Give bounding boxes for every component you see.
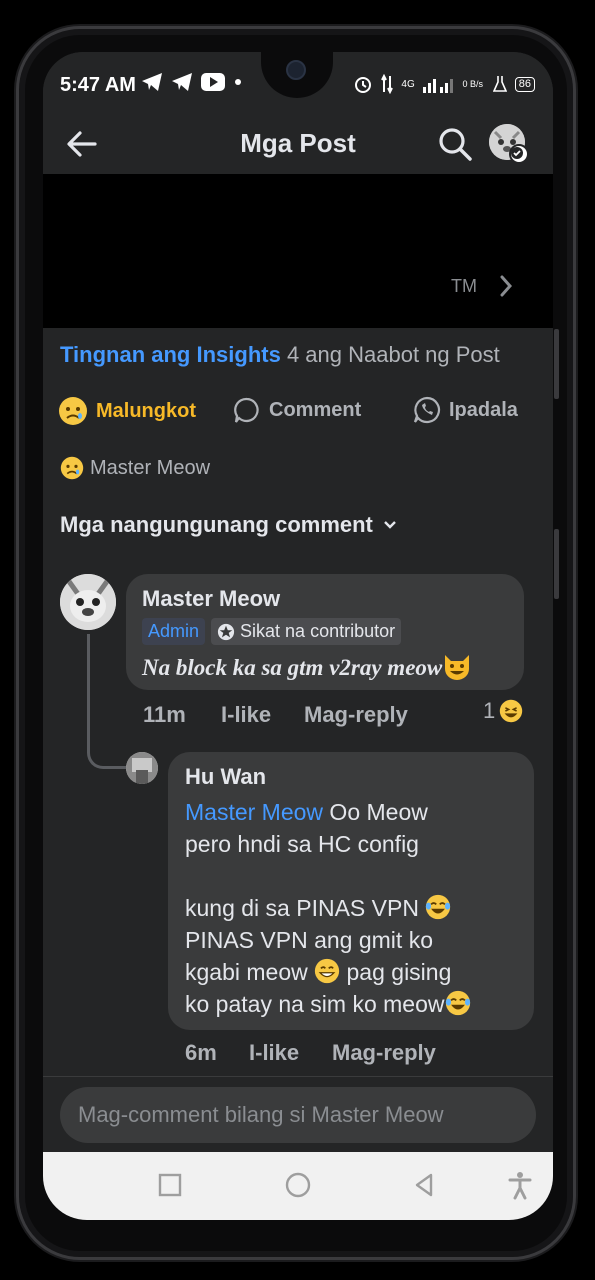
network-type: 4G <box>401 78 415 90</box>
comment-label: Comment <box>269 398 362 421</box>
user-photo-icon <box>126 752 158 784</box>
home-circle-icon[interactable] <box>283 1170 313 1200</box>
reply-thread-line <box>87 634 126 769</box>
admin-badge: Admin <box>142 618 206 645</box>
accessibility-icon[interactable] <box>505 1170 535 1200</box>
comment-button[interactable]: Comment <box>233 396 361 424</box>
reply-bubble[interactable]: Hu Wan Master Meow Oo Meow pero hndi sa … <box>168 752 534 1030</box>
post-media[interactable]: TM <box>43 174 553 328</box>
camera-icon <box>286 60 306 80</box>
avatar[interactable] <box>126 752 158 784</box>
reply-text: Master Meow Oo Meow pero hndi sa HC conf… <box>185 796 517 1020</box>
sad-emoji-icon <box>60 456 84 480</box>
comment-input[interactable]: Mag-comment bilang si Master Meow <box>60 1087 536 1143</box>
back-triangle-icon[interactable] <box>409 1170 439 1200</box>
reply-line: Oo Meow <box>323 799 428 825</box>
reply-line: ko patay na sim ko meow <box>185 991 445 1017</box>
laugh-cry-emoji-icon <box>426 894 451 920</box>
view-insights-link[interactable]: Tingnan ang Insights <box>60 342 281 367</box>
laugh-cry-emoji-icon <box>445 990 470 1016</box>
screen: 5:47 AM 4G 0 B/s 86 Mga Post TM Tingnan … <box>43 52 553 1220</box>
top-contributor-badge: Sikat na contributor <box>211 618 402 645</box>
send-whatsapp-button[interactable]: Ipadala <box>413 396 518 424</box>
comment-text: Na block ka sa gtm v2ray meow <box>142 651 508 681</box>
post-actions: Malungkot Comment Ipadala <box>43 396 553 436</box>
youtube-icon <box>201 73 225 91</box>
dot-icon <box>235 79 241 85</box>
reactor-name: Master Meow <box>90 456 211 479</box>
reply-line: kung di sa PINAS VPN <box>185 895 426 921</box>
laugh-emoji-icon <box>500 699 523 723</box>
reply-line: kgabi meow <box>185 959 315 985</box>
like-button[interactable]: I-like <box>249 1040 332 1066</box>
battery-icon: 86 <box>514 76 535 92</box>
comment-bubble-icon <box>234 397 259 423</box>
reply-line: PINAS VPN ang gmit ko <box>185 927 433 953</box>
notification-icons <box>141 72 243 92</box>
reactors-row[interactable]: Master Meow <box>60 456 210 480</box>
grin-emoji-icon <box>314 958 340 984</box>
mention-link[interactable]: Master Meow <box>185 799 323 825</box>
comment-meta: 11m I-like Mag-reply <box>143 702 408 728</box>
comment-text-content: Na block ka sa gtm v2ray meow <box>142 655 443 680</box>
like-button[interactable]: I-like <box>221 702 304 728</box>
telegram-icon <box>142 73 162 91</box>
reply-button[interactable]: Mag-reply <box>304 702 408 728</box>
notch <box>261 52 333 98</box>
whatsapp-icon <box>413 396 441 424</box>
reply-button[interactable]: Mag-reply <box>332 1040 436 1066</box>
check-badge-icon <box>509 144 529 164</box>
data-arrows-icon <box>381 74 394 94</box>
comment-time: 11m <box>143 702 186 727</box>
search-icon[interactable] <box>437 126 473 162</box>
comment-composer-bar: Mag-comment bilang si Master Meow <box>43 1076 553 1155</box>
reaction-label: Malungkot <box>96 399 196 422</box>
reaction-count-number: 1 <box>483 698 496 723</box>
status-bar: 5:47 AM 4G 0 B/s 86 <box>43 52 553 114</box>
reaction-count[interactable]: 1 <box>483 698 523 724</box>
alarm-icon <box>355 77 372 93</box>
badge-row: Admin Sikat na contributor <box>142 618 508 645</box>
comment-sort-label: Mga nangungunang comment <box>60 512 373 537</box>
post-reach: 4 ang Naabot ng Post <box>286 342 500 367</box>
reaction-button[interactable]: Malungkot <box>58 396 196 426</box>
comment-sort-dropdown[interactable]: Mga nangungunang comment <box>60 512 397 538</box>
telegram-icon <box>172 73 192 91</box>
flask-icon <box>492 76 507 92</box>
tm-label: TM <box>451 276 477 296</box>
cat-face-icon <box>60 574 116 630</box>
comment-time: 6m <box>185 1040 217 1065</box>
reply-line: pero hndi sa HC config <box>185 831 419 857</box>
system-nav-bar <box>43 1152 553 1220</box>
chevron-down-icon <box>384 521 396 529</box>
insights-row: Tingnan ang Insights 4 ang Naabot ng Pos… <box>60 342 500 368</box>
chevron-right-icon[interactable] <box>499 274 513 298</box>
app-header: Mga Post <box>43 114 553 174</box>
badge-label: Sikat na contributor <box>240 621 396 641</box>
reply-line: pag gising <box>340 959 452 985</box>
page-title: Mga Post <box>240 128 356 158</box>
profile-avatar[interactable] <box>489 124 529 164</box>
status-time: 5:47 AM <box>60 74 136 96</box>
signal-icon <box>422 79 453 93</box>
comment-meta: 6m I-like Mag-reply <box>185 1040 436 1066</box>
cat-grin-emoji-icon <box>445 655 470 680</box>
status-right: 4G 0 B/s 86 <box>353 74 535 94</box>
send-label: Ipadala <box>449 398 518 421</box>
comment-bubble[interactable]: Master Meow Admin Sikat na contributor N… <box>126 574 524 690</box>
net-speed: 0 B/s <box>462 79 483 89</box>
power-button <box>554 529 559 599</box>
volume-button <box>554 329 559 399</box>
avatar[interactable] <box>60 574 116 630</box>
comment-author[interactable]: Hu Wan <box>185 764 517 790</box>
sad-emoji-icon <box>59 397 87 425</box>
recents-square-icon[interactable] <box>155 1170 185 1200</box>
star-icon <box>217 623 235 640</box>
comment-author[interactable]: Master Meow <box>142 586 508 612</box>
